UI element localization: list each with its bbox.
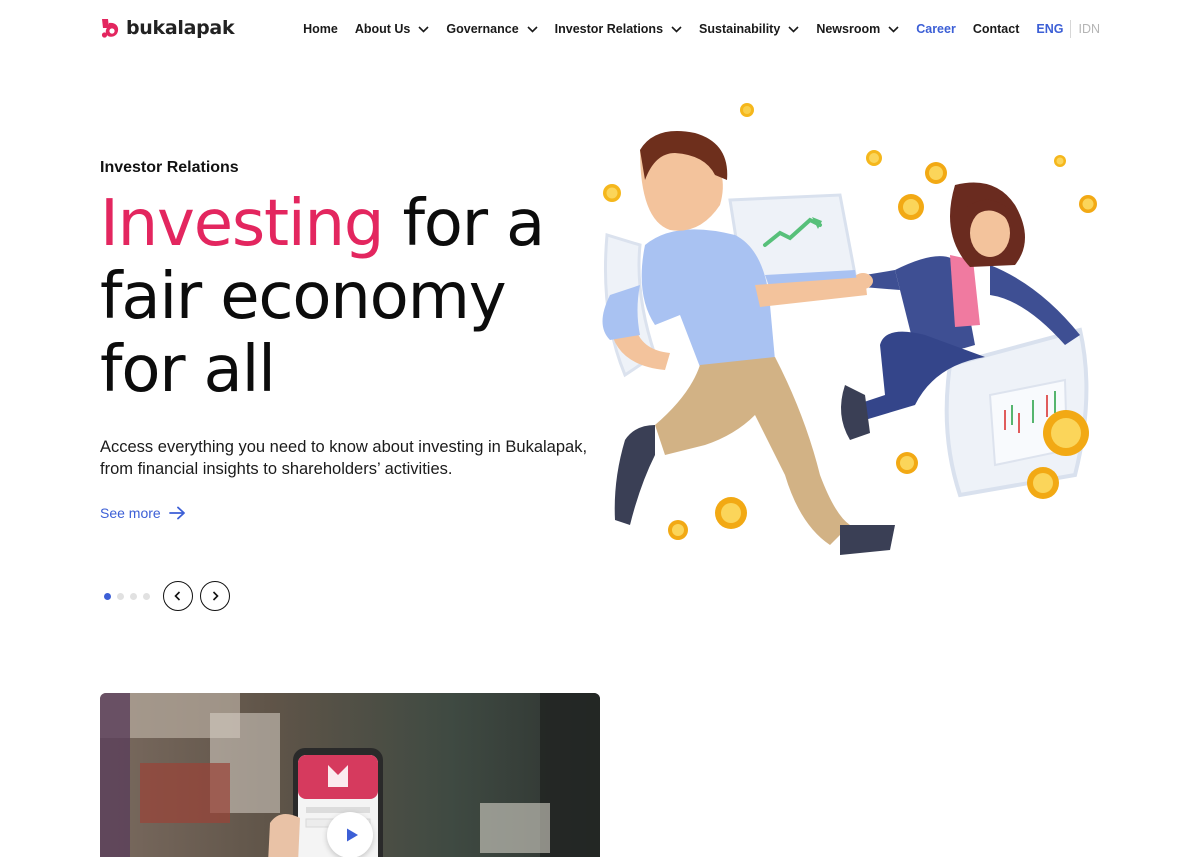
hero-headline: Investing for a fair economy for all (100, 188, 620, 407)
slide-dot[interactable] (117, 593, 124, 600)
slide-dot[interactable] (143, 593, 150, 600)
chevron-left-icon (174, 591, 181, 601)
site-header: bukalapak Home About Us Governance Inves… (0, 0, 1200, 58)
bukalapak-logo[interactable]: bukalapak (100, 17, 235, 39)
nav-governance[interactable]: Governance (446, 22, 538, 36)
nav-newsroom-label: Newsroom (816, 22, 881, 36)
play-icon (346, 828, 358, 842)
lang-divider (1070, 20, 1072, 38)
nav-sustainability[interactable]: Sustainability (699, 22, 799, 36)
play-button[interactable] (327, 812, 373, 857)
nav-sustainability-label: Sustainability (699, 22, 781, 36)
headline-part-1: for a (383, 187, 545, 261)
chevron-down-icon (418, 25, 429, 33)
bukalapak-logo-icon (101, 19, 119, 38)
nav-investor-relations[interactable]: Investor Relations (555, 22, 682, 36)
see-more-label: See more (100, 505, 161, 521)
nav-about-us[interactable]: About Us (355, 22, 430, 36)
nav-about-us-label: About Us (354, 22, 411, 36)
slide-dot[interactable] (130, 593, 137, 600)
nav-career[interactable]: Career (916, 22, 956, 36)
chevron-down-icon (671, 25, 682, 33)
slide-next-button[interactable] (200, 581, 230, 611)
nav-contact[interactable]: Contact (973, 22, 1020, 36)
main-nav: Home About Us Governance Investor Relati… (286, 20, 1100, 38)
see-more-link[interactable]: See more (100, 505, 186, 521)
lang-eng[interactable]: ENG (1036, 22, 1063, 36)
hero-description: Access everything you need to know about… (100, 438, 588, 478)
headline-part-2: fair economy (100, 260, 507, 334)
headline-accent: Investing (100, 187, 384, 261)
nav-career-label: Career (916, 22, 956, 36)
headline-part-3: for all (100, 333, 276, 407)
nav-contact-label: Contact (972, 22, 1020, 36)
nav-home[interactable]: Home (303, 22, 338, 36)
chevron-down-icon (888, 25, 899, 33)
language-switcher: ENG IDN (1036, 20, 1100, 38)
nav-governance-label: Governance (446, 22, 519, 36)
chevron-down-icon (527, 25, 538, 33)
brand-name: bukalapak (126, 17, 235, 39)
arrow-right-icon (168, 506, 185, 520)
chevron-right-icon (212, 591, 219, 601)
hero-eyebrow: Investor Relations (100, 159, 239, 176)
nav-investor-relations-label: Investor Relations (554, 22, 664, 36)
slide-dot[interactable] (104, 593, 111, 600)
nav-newsroom[interactable]: Newsroom (816, 22, 899, 36)
lang-idn[interactable]: IDN (1078, 22, 1100, 36)
slide-prev-button[interactable] (163, 581, 193, 611)
nav-home-label: Home (303, 22, 338, 36)
video-thumbnail[interactable] (100, 693, 600, 857)
hero-illustration (602, 103, 1097, 555)
chevron-down-icon (788, 25, 799, 33)
slide-pagination (104, 593, 150, 600)
